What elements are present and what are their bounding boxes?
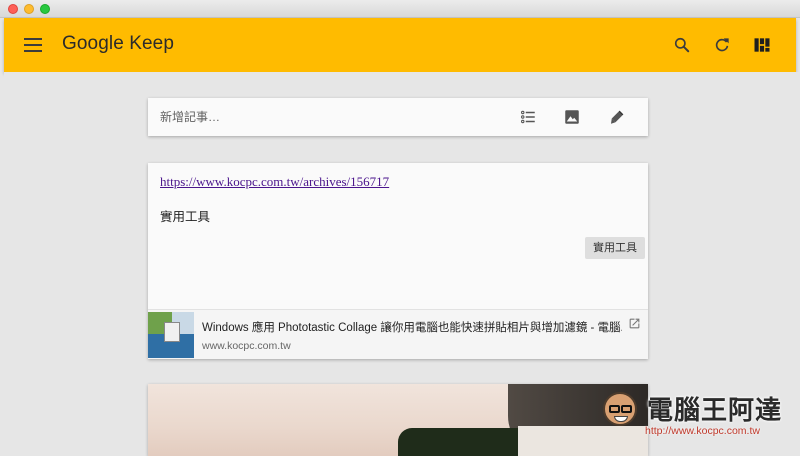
app-bar: Google Keep xyxy=(4,18,796,72)
app-window: Google Keep 新增記事… https://www.kocpc.com.… xyxy=(0,0,800,456)
label-chip[interactable]: 實用工具 xyxy=(585,237,645,259)
checklist-icon[interactable] xyxy=(519,108,537,126)
watermark-url: http://www.kocpc.com.tw xyxy=(645,425,760,437)
window-titlebar xyxy=(0,0,800,18)
zoom-window-button[interactable] xyxy=(40,4,50,14)
site-watermark: 電腦王阿達 http://www.kocpc.com.tw xyxy=(593,384,795,450)
link-preview-domain: www.kocpc.com.tw xyxy=(202,340,291,352)
image-icon[interactable] xyxy=(563,108,581,126)
link-preview[interactable]: Windows 應用 Phototastic Collage 讓你用電腦也能快速… xyxy=(148,309,648,359)
new-note-bar[interactable] xyxy=(148,98,648,136)
grid-view-icon[interactable] xyxy=(752,35,772,55)
minimize-window-button[interactable] xyxy=(24,4,34,14)
brush-icon[interactable] xyxy=(608,108,626,126)
open-in-new-icon[interactable] xyxy=(628,317,641,330)
menu-icon[interactable] xyxy=(22,35,44,55)
image-note-card[interactable] xyxy=(148,384,648,456)
watermark-name: 電腦王阿達 xyxy=(647,395,783,425)
app-title: Google Keep xyxy=(62,33,175,54)
note-body: 實用工具 xyxy=(160,210,211,224)
new-note-input[interactable] xyxy=(160,107,480,127)
refresh-icon[interactable] xyxy=(712,35,732,55)
note-link[interactable]: https://www.kocpc.com.tw/archives/156717 xyxy=(160,174,389,190)
link-preview-thumbnail xyxy=(148,312,194,358)
mascot-logo-icon xyxy=(603,392,637,426)
note-card[interactable]: https://www.kocpc.com.tw/archives/156717… xyxy=(148,163,648,359)
search-icon[interactable] xyxy=(672,35,692,55)
close-window-button[interactable] xyxy=(8,4,18,14)
link-preview-title: Windows 應用 Phototastic Collage 讓你用電腦也能快速… xyxy=(202,322,622,334)
